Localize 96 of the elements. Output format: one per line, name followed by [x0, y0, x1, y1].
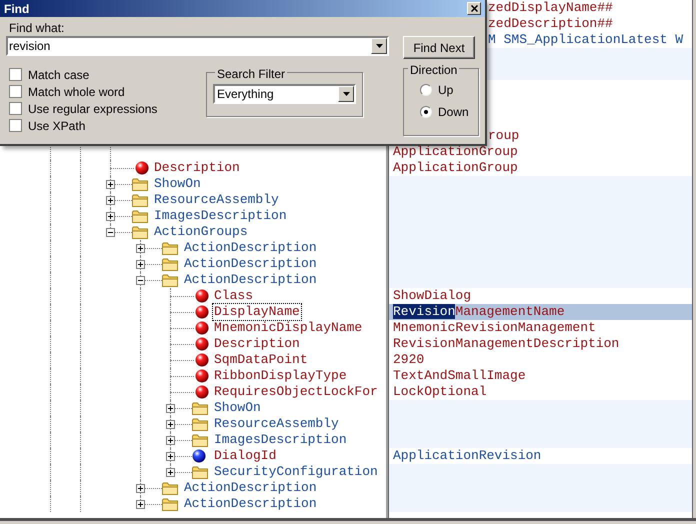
expander-icon[interactable]: [136, 260, 145, 269]
checkbox-label: Use XPath: [28, 118, 86, 134]
sphere-icon: [195, 337, 209, 351]
folder-icon: [192, 402, 208, 414]
expander-icon[interactable]: [166, 436, 175, 445]
close-icon: [470, 5, 478, 12]
folder-icon: [132, 210, 148, 222]
expander-icon[interactable]: [136, 484, 145, 493]
checkbox-label: Use regular expressions: [28, 100, 158, 118]
value-text: TextAndSmallImage: [393, 368, 526, 384]
checkbox-label: Match case: [28, 66, 90, 84]
close-button[interactable]: [467, 2, 481, 15]
tree-node-label[interactable]: ActionDescription: [183, 272, 318, 288]
tree-node-label[interactable]: DisplayName: [213, 304, 301, 320]
value-text: LockOptional: [393, 384, 487, 400]
folder-icon: [162, 498, 178, 510]
value-text: M SMS_ApplicationLatest W: [488, 32, 684, 48]
checkbox[interactable]: [9, 85, 22, 98]
tree-node-label[interactable]: Description: [153, 160, 241, 176]
sphere-icon: [192, 449, 206, 463]
sphere-icon: [195, 305, 209, 319]
checkbox[interactable]: [9, 102, 22, 115]
tree-node-label[interactable]: ActionDescription: [183, 256, 318, 272]
value-text: 2920: [393, 352, 424, 368]
tree-node-label[interactable]: ResourceAssembly: [213, 416, 340, 432]
checkbox[interactable]: [9, 68, 22, 81]
value-text: zedDisplayName##: [488, 0, 613, 16]
folder-icon: [132, 178, 148, 190]
radio-button[interactable]: [420, 84, 432, 96]
radio-label: Down: [438, 104, 469, 121]
folder-icon: [162, 274, 178, 286]
folder-icon: [162, 482, 178, 494]
expander-icon[interactable]: [106, 180, 115, 189]
tree-node-label[interactable]: SqmDataPoint: [213, 352, 309, 368]
folder-icon: [192, 434, 208, 446]
value-text: RevisionManagementDescription: [393, 336, 620, 352]
folder-icon: [162, 258, 178, 270]
sphere-icon: [195, 353, 209, 367]
value-text: zedDescription##: [488, 16, 613, 32]
caret-icon: [376, 44, 382, 48]
value-text: RevisionManagementName: [393, 304, 565, 320]
tree-node-label[interactable]: ActionGroups: [153, 224, 249, 240]
sphere-icon: [195, 369, 209, 383]
find-what-label: Find what:: [9, 21, 66, 36]
tree-node-label[interactable]: ActionDescription: [183, 496, 318, 512]
tree-node-label[interactable]: ResourceAssembly: [153, 192, 280, 208]
sphere-icon: [195, 385, 209, 399]
checkbox[interactable]: [9, 119, 22, 132]
sphere-icon: [195, 321, 209, 335]
tree-node-label[interactable]: ImagesDescription: [153, 208, 288, 224]
tree-node-label[interactable]: ShowOn: [153, 176, 202, 192]
tree-node-label[interactable]: ImagesDescription: [213, 432, 348, 448]
tree-node-label[interactable]: DialogId: [213, 448, 278, 464]
expander-icon[interactable]: [166, 404, 175, 413]
tree-node-label[interactable]: ActionDescription: [183, 240, 318, 256]
folder-icon: [132, 226, 148, 238]
expander-icon[interactable]: [106, 228, 115, 237]
tree-node-label[interactable]: ActionDescription: [183, 480, 318, 496]
expander-icon[interactable]: [166, 420, 175, 429]
find-next-button[interactable]: Find Next: [403, 36, 475, 59]
tree-node-label[interactable]: RequiresObjectLockFor: [213, 384, 379, 400]
value-text: roup: [488, 128, 520, 144]
caret-icon: [342, 92, 350, 96]
expander-icon[interactable]: [166, 452, 175, 461]
folder-icon: [132, 194, 148, 206]
folder-icon: [192, 466, 208, 478]
expander-icon[interactable]: [106, 212, 115, 221]
tree-node-label[interactable]: Class: [213, 288, 254, 304]
tree-node-label[interactable]: SecurityConfiguration: [213, 464, 379, 480]
expander-icon[interactable]: [136, 276, 145, 285]
radio-label: Up: [438, 82, 454, 99]
value-text: ApplicationGroup: [393, 144, 518, 160]
find-what-field[interactable]: revision: [9, 37, 349, 55]
radio-button[interactable]: [420, 106, 432, 118]
tree-node-label[interactable]: RibbonDisplayType: [213, 368, 348, 384]
expander-icon[interactable]: [106, 196, 115, 205]
tree-node-label[interactable]: ShowOn: [213, 400, 262, 416]
folder-icon: [192, 418, 208, 430]
sphere-icon: [195, 289, 209, 303]
find-what-combobox[interactable]: revision: [6, 36, 389, 56]
value-text: MnemonicRevisionManagement: [393, 320, 596, 336]
tree-node-label[interactable]: Description: [213, 336, 301, 352]
dropdown-button[interactable]: [371, 38, 387, 54]
dropdown-button[interactable]: [338, 86, 354, 102]
value-text: ShowDialog: [393, 288, 472, 304]
value-text: ApplicationGroup: [393, 160, 518, 176]
tree-node-label[interactable]: MnemonicDisplayName: [213, 320, 364, 336]
sphere-icon: [135, 161, 149, 175]
search-filter-select[interactable]: Everything: [213, 84, 356, 104]
expander-icon[interactable]: [136, 244, 145, 253]
value-text: ApplicationRevision: [393, 448, 542, 464]
window-title: Find: [4, 0, 30, 18]
expander-icon[interactable]: [136, 500, 145, 509]
checkbox-label: Match whole word: [28, 84, 125, 100]
folder-icon: [162, 242, 178, 254]
expander-icon[interactable]: [166, 468, 175, 477]
